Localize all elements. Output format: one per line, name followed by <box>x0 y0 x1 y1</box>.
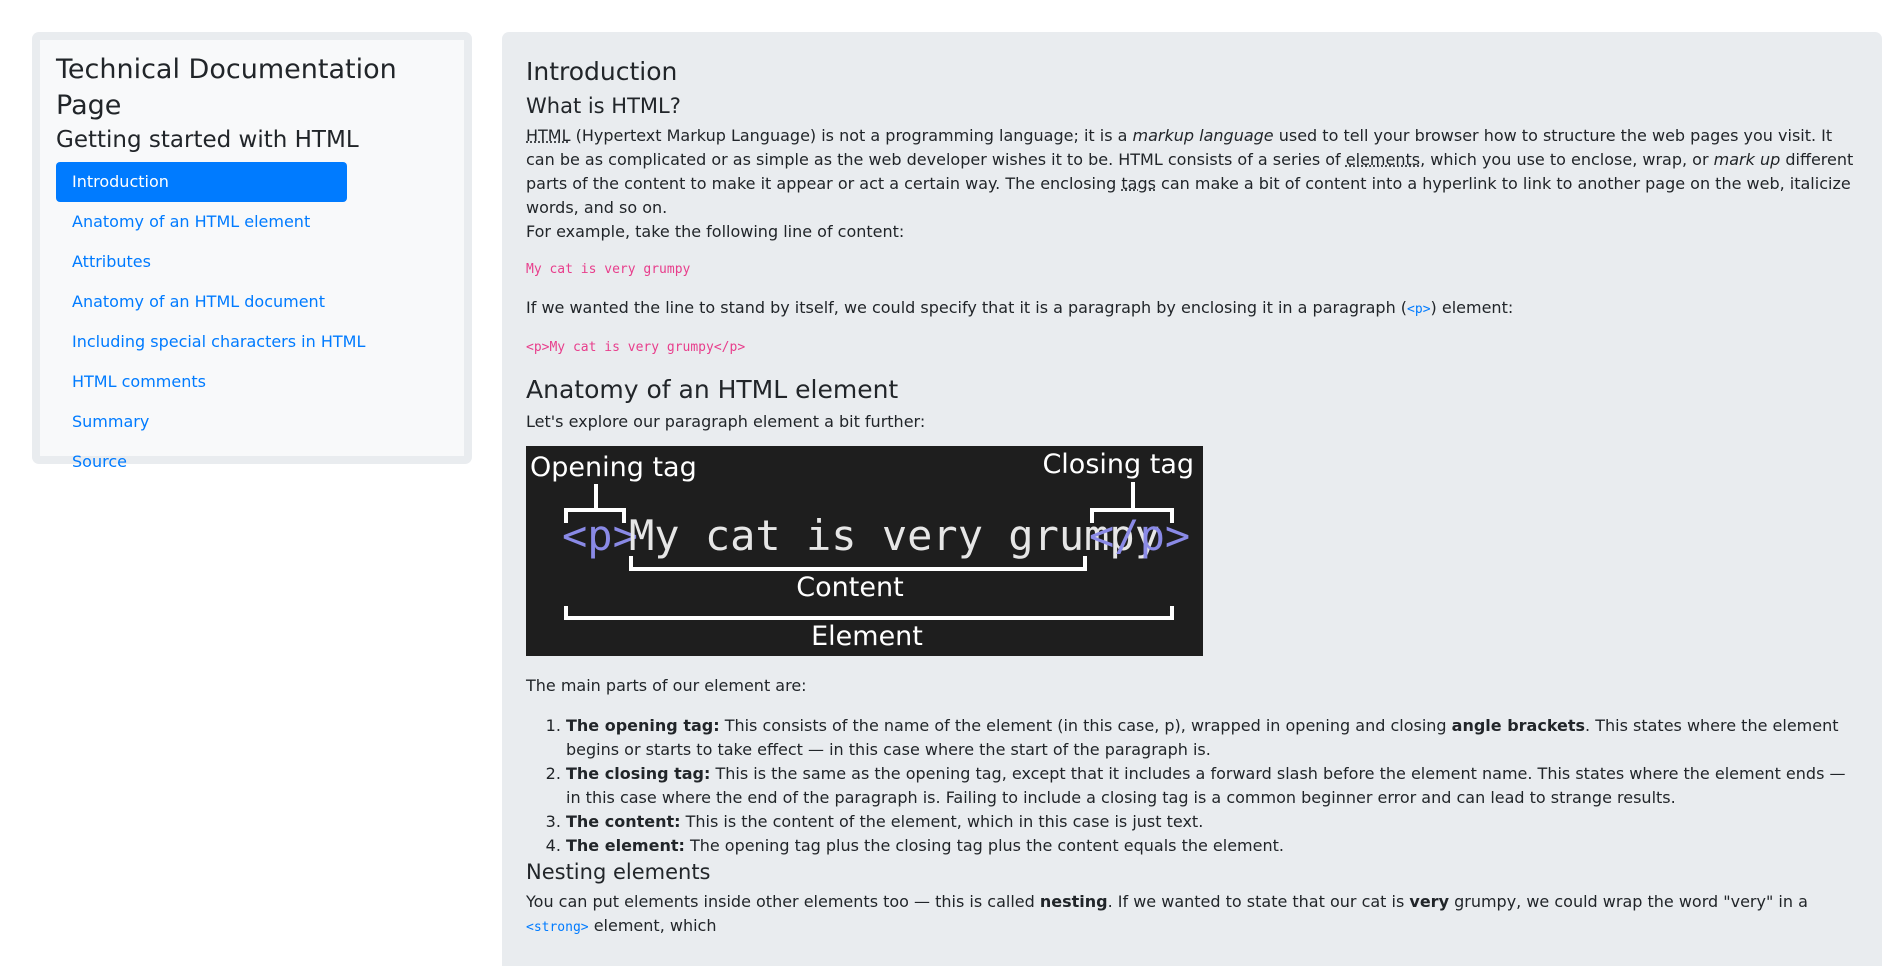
element-label: Element <box>811 621 923 652</box>
paragraph-explanation: If we wanted the line to stand by itself… <box>526 298 1514 317</box>
nav-item-source[interactable]: Source <box>56 442 347 482</box>
list-item: The content: This is the content of the … <box>566 810 1858 834</box>
nav-item-html-comments[interactable]: HTML comments <box>56 362 347 402</box>
nav-item-anatomy-document[interactable]: Anatomy of an HTML document <box>56 282 347 322</box>
anatomy-intro-text: Let's explore our paragraph element a bi… <box>526 412 926 431</box>
list-item: The opening tag: This consists of the na… <box>566 714 1858 762</box>
nav-item-anatomy-element[interactable]: Anatomy of an HTML element <box>56 202 347 242</box>
tags-term[interactable]: tags <box>1121 174 1156 193</box>
subsection-heading: What is HTML? <box>526 94 681 118</box>
section-nesting: Nesting elements You can put elements in… <box>526 858 1858 940</box>
nav-item-special-characters[interactable]: Including special characters in HTML <box>56 322 365 362</box>
closing-tag-label: Closing tag <box>1042 449 1194 480</box>
elements-term[interactable]: elements <box>1346 150 1420 169</box>
section-heading: Anatomy of an HTML element <box>526 375 899 404</box>
nav-item-attributes[interactable]: Attributes <box>56 242 347 282</box>
section-heading: Introduction <box>526 57 678 86</box>
diagram-open-tag: <p> <box>562 511 638 560</box>
html-abbr[interactable]: HTML <box>526 126 571 145</box>
inline-code-p: <p> <box>1407 302 1431 317</box>
nav-item-summary[interactable]: Summary <box>56 402 347 442</box>
element-anatomy-diagram: Opening tag Closing tag <p> My cat is ve… <box>526 446 1203 656</box>
page-title: Technical Documentation Page <box>56 54 397 121</box>
sidebar-nav: Technical Documentation Page Getting sta… <box>32 32 472 471</box>
list-item: The closing tag: This is the same as the… <box>566 762 1858 810</box>
nav-item-introduction[interactable]: Introduction <box>56 162 347 202</box>
main-content[interactable]: Introduction What is HTML? HTML (Hyperte… <box>502 32 1882 966</box>
nav-list: Introduction Anatomy of an HTML element … <box>56 162 365 482</box>
list-item: The element: The opening tag plus the cl… <box>566 834 1858 858</box>
content-label: Content <box>796 572 903 603</box>
intro-paragraph: HTML (Hypertext Markup Language) is not … <box>526 126 1854 217</box>
section-anatomy: Anatomy of an HTML element Let's explore… <box>526 374 1858 858</box>
code-example-1: My cat is very grumpy <box>526 262 691 277</box>
main-parts-intro: The main parts of our element are: <box>526 676 807 695</box>
opening-tag-label: Opening tag <box>530 452 697 483</box>
section-introduction: Introduction What is HTML? HTML (Hyperte… <box>526 56 1858 358</box>
sidebar-inner: Technical Documentation Page Getting sta… <box>40 40 464 471</box>
example-intro-text: For example, take the following line of … <box>526 222 905 241</box>
diagram-close-tag: </p> <box>1089 511 1190 560</box>
inline-code-strong: <strong> <box>526 920 589 935</box>
element-parts-list: The opening tag: This consists of the na… <box>526 714 1858 858</box>
diagram-content-text: My cat is very grumpy <box>629 511 1160 560</box>
page-subtitle: Getting started with HTML <box>56 127 359 153</box>
nesting-paragraph: You can put elements inside other elemen… <box>526 892 1808 935</box>
subsection-heading: Nesting elements <box>526 860 711 884</box>
code-example-2: <p>My cat is very grumpy</p> <box>526 340 746 355</box>
